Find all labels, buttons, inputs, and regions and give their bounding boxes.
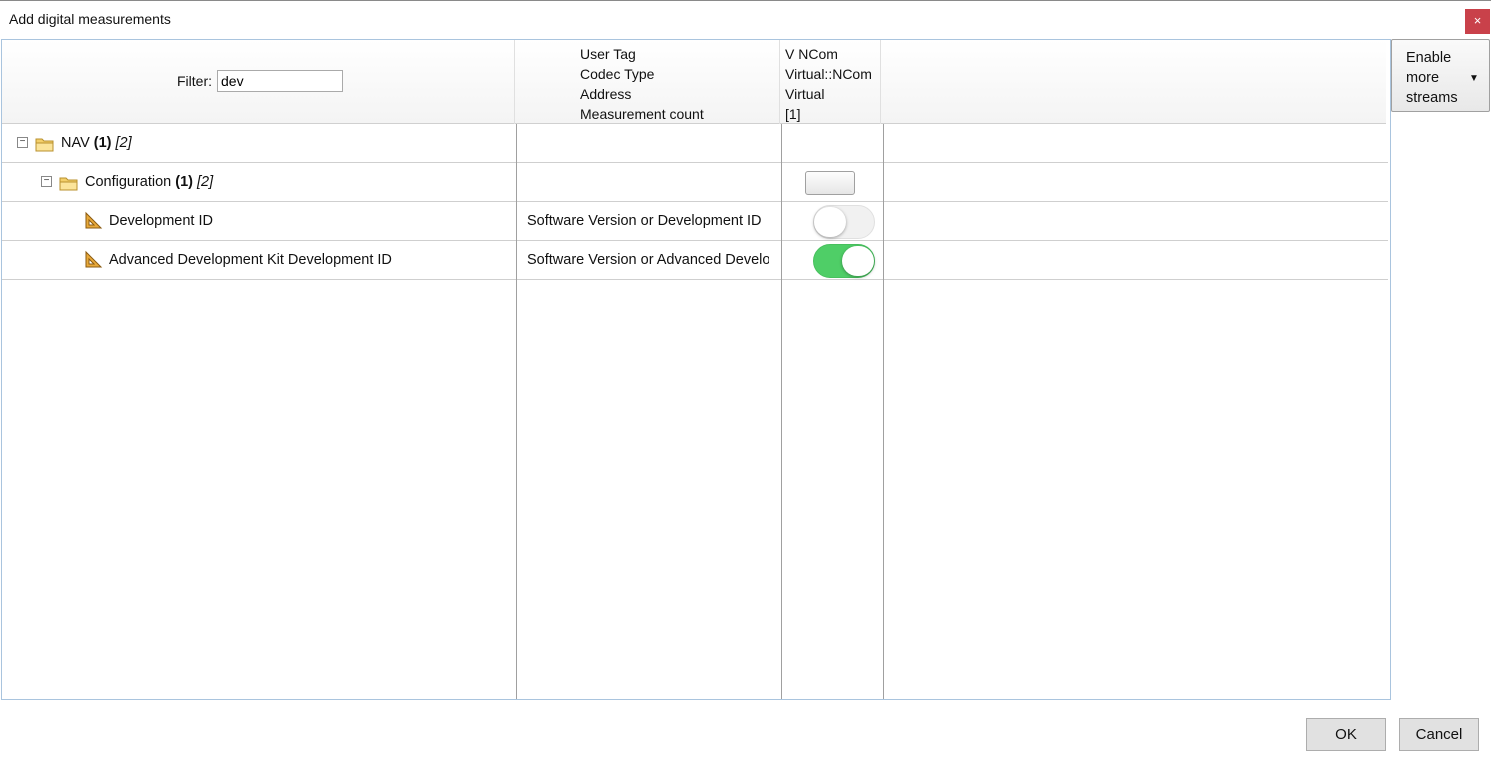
measurement-row[interactable]: Development ID Software Version or Devel… [2, 202, 1388, 241]
property-measurement-count: Measurement count [580, 106, 704, 122]
stream-measurement-count: [1] [785, 106, 801, 122]
column-divider [516, 124, 517, 699]
property-codec-type: Codec Type [580, 66, 655, 82]
header-divider [514, 40, 515, 124]
toggle-knob [814, 207, 846, 237]
title-bar: Add digital measurements × [0, 0, 1491, 38]
tree-row-configuration[interactable]: − Configuration (1) [2] [2, 163, 1388, 202]
caret-down-icon: ▼ [1469, 73, 1479, 84]
grid-header: Filter: User Tag Codec Type Address Meas… [2, 40, 1386, 124]
node-name: Configuration [85, 174, 172, 190]
measurement-description: Software Version or Development ID [527, 213, 762, 229]
measurement-description: Software Version or Advanced Development… [527, 252, 769, 268]
measurement-name: Advanced Development Kit Development ID [109, 252, 392, 268]
node-selected-count: (1) [93, 135, 112, 151]
node-name: NAV [61, 135, 90, 151]
stream-user-tag: V NCom [785, 46, 838, 62]
cancel-button[interactable]: Cancel [1399, 718, 1479, 751]
node-selected-count: (1) [175, 174, 193, 190]
measurement-name: Development ID [109, 213, 213, 229]
collapse-icon[interactable]: − [41, 176, 52, 187]
measurement-grid: Filter: User Tag Codec Type Address Meas… [1, 39, 1391, 700]
stream-column-header[interactable]: V NCom Virtual::NCom Virtual [1] [785, 44, 872, 124]
ok-button[interactable]: OK [1306, 718, 1386, 751]
tree-node-label: NAV (1) [2] [61, 135, 132, 151]
tree-row-nav[interactable]: − NAV (1) [2] [2, 124, 1388, 163]
column-divider [883, 124, 884, 699]
enable-more-streams-label: Enable more streams [1406, 50, 1458, 106]
folder-icon [59, 176, 78, 191]
stream-property-names: User Tag Codec Type Address Measurement … [580, 44, 704, 124]
measurement-row[interactable]: Advanced Development Kit Development ID … [2, 241, 1388, 280]
column-divider [781, 124, 782, 699]
stream-address: Virtual [785, 86, 825, 102]
tree-node-label: Configuration (1) [2] [85, 174, 213, 190]
window-title: Add digital measurements [9, 11, 171, 27]
header-divider [880, 40, 881, 124]
node-total-count: [2] [196, 174, 214, 190]
measurement-icon [84, 211, 103, 230]
header-divider [779, 40, 780, 124]
node-total-count: [2] [115, 135, 132, 151]
measurement-toggle[interactable] [813, 244, 875, 278]
collapse-icon[interactable]: − [17, 137, 28, 148]
group-select-button[interactable] [805, 171, 855, 195]
property-address: Address [580, 86, 632, 102]
stream-codec-type: Virtual::NCom [785, 66, 872, 82]
enable-more-streams-button[interactable]: Enable more streams ▼ [1391, 39, 1490, 112]
toggle-knob [842, 246, 874, 276]
measurement-toggle[interactable] [813, 205, 875, 239]
property-user-tag: User Tag [580, 46, 636, 62]
folder-icon [35, 137, 54, 152]
filter-label: Filter: [177, 73, 212, 89]
measurement-icon [84, 250, 103, 269]
close-button[interactable]: × [1465, 9, 1490, 34]
filter-input[interactable] [217, 70, 343, 92]
